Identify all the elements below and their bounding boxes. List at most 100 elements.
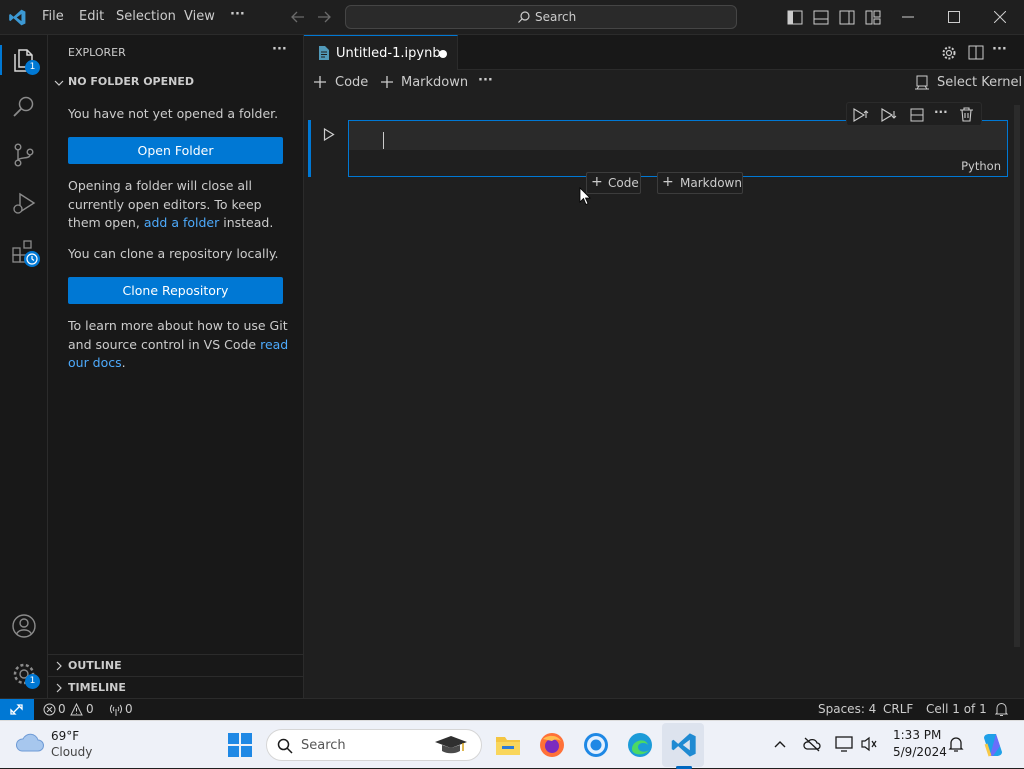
- taskbar-search-box[interactable]: Search: [266, 729, 482, 761]
- command-center-search[interactable]: Search: [345, 5, 737, 29]
- minimize-icon[interactable]: [902, 16, 914, 18]
- split-cell-icon[interactable]: [910, 108, 924, 122]
- display-icon[interactable]: [835, 736, 853, 752]
- chevron-down-icon: [54, 78, 64, 88]
- split-editor-icon[interactable]: [968, 45, 984, 60]
- info-text-end: instead.: [223, 215, 274, 230]
- eol-status[interactable]: CRLF: [883, 702, 913, 716]
- insert-code-cell-button[interactable]: + Code: [586, 172, 641, 194]
- run-debug-icon[interactable]: [10, 189, 38, 217]
- show-hidden-icons-chevron-up-icon[interactable]: [774, 740, 786, 748]
- insert-markdown-cell-button[interactable]: + Markdown: [657, 172, 743, 194]
- firefox-icon[interactable]: [538, 731, 566, 759]
- cell-more-actions[interactable]: ···: [934, 105, 948, 119]
- ports-count[interactable]: 0: [125, 702, 133, 716]
- chrome-icon[interactable]: [582, 731, 610, 759]
- windows-start-icon[interactable]: [228, 733, 252, 757]
- insert-code-label: Code: [608, 176, 639, 190]
- section-title: NO FOLDER OPENED: [68, 75, 194, 88]
- timeline-section-header[interactable]: TIMELINE: [48, 676, 303, 698]
- customize-layout-icon[interactable]: [865, 10, 881, 25]
- open-folder-button[interactable]: Open Folder: [68, 137, 283, 164]
- menu-view[interactable]: View: [184, 9, 215, 24]
- add-code-button[interactable]: Code: [335, 75, 368, 90]
- notifications-bell-icon[interactable]: [995, 702, 1008, 717]
- clock-badge-icon: [24, 251, 40, 267]
- select-kernel-button[interactable]: Select Kernel: [937, 75, 1022, 90]
- indentation-status[interactable]: Spaces: 4: [818, 702, 876, 716]
- code-cell[interactable]: Python: [348, 120, 1008, 177]
- chevron-right-icon: [54, 661, 64, 671]
- outline-section-header[interactable]: OUTLINE: [48, 654, 303, 676]
- editor-scrollbar[interactable]: [1014, 105, 1020, 647]
- add-markdown-button[interactable]: Markdown: [401, 75, 468, 90]
- menu-edit[interactable]: Edit: [79, 9, 104, 24]
- maximize-icon[interactable]: [948, 11, 960, 23]
- file-explorer-icon[interactable]: [494, 731, 522, 759]
- timeline-label: TIMELINE: [68, 681, 126, 694]
- sidebar-more-button[interactable]: ···: [272, 42, 287, 57]
- vscode-logo-icon: [8, 8, 27, 27]
- no-folder-section-header[interactable]: NO FOLDER OPENED: [48, 72, 303, 94]
- active-indicator: [0, 45, 2, 75]
- insert-markdown-label: Markdown: [680, 176, 742, 190]
- explorer-badge: 1: [25, 60, 40, 75]
- volume-muted-icon[interactable]: [860, 736, 878, 752]
- clock-date[interactable]: 5/9/2024: [893, 745, 947, 759]
- close-icon[interactable]: [994, 11, 1006, 23]
- search-icon: [517, 10, 531, 24]
- error-count[interactable]: 0: [58, 702, 66, 716]
- delete-cell-trash-icon[interactable]: [960, 107, 973, 122]
- kernel-icon: [915, 75, 929, 90]
- menu-file[interactable]: File: [42, 9, 64, 24]
- run-below-icon[interactable]: [881, 108, 897, 122]
- status-bar: 0 0 0 Spaces: 4 CRLF Cell 1 of 1: [0, 698, 1024, 721]
- source-control-icon[interactable]: [10, 141, 38, 169]
- remote-indicator[interactable]: [0, 699, 34, 721]
- remote-icon: [10, 703, 23, 716]
- windows-taskbar: 69°F Cloudy Search 1:33 PM 5/9/2024: [0, 720, 1024, 769]
- warning-icon: [70, 703, 83, 716]
- run-cell-icon[interactable]: [323, 128, 335, 141]
- chevron-right-icon: [54, 683, 64, 693]
- git-info-text: To learn more about how to use Git and s…: [68, 318, 288, 352]
- toggle-primary-sidebar-icon[interactable]: [787, 10, 803, 25]
- weather-condition: Cloudy: [51, 745, 93, 759]
- add-folder-link[interactable]: add a folder: [144, 215, 219, 230]
- add-code-plus-icon: [314, 76, 326, 88]
- warning-count[interactable]: 0: [86, 702, 94, 716]
- notebook-settings-gear-icon[interactable]: [941, 45, 957, 61]
- cell-language-label[interactable]: Python: [961, 159, 1001, 173]
- menu-more[interactable]: ···: [230, 7, 245, 22]
- edge-icon[interactable]: [626, 731, 654, 759]
- copilot-icon[interactable]: [980, 732, 1006, 758]
- notebook-toolbar-more[interactable]: ···: [478, 73, 493, 88]
- vscode-taskbar-icon[interactable]: [670, 731, 698, 759]
- sidebar-title: EXPLORER: [68, 46, 126, 59]
- mouse-pointer-icon: [579, 187, 591, 206]
- notification-bell-icon[interactable]: [948, 736, 964, 753]
- cell-position-status[interactable]: Cell 1 of 1: [926, 702, 987, 716]
- unsaved-dot-icon[interactable]: [439, 50, 447, 58]
- menu-selection[interactable]: Selection: [116, 9, 176, 24]
- cloud-offline-icon[interactable]: [803, 736, 821, 752]
- clone-repository-button[interactable]: Clone Repository: [68, 277, 283, 304]
- tab-bar: Untitled-1.ipynb ···: [304, 35, 1024, 70]
- no-folder-message: You have not yet opened a folder.: [68, 106, 279, 121]
- toggle-panel-icon[interactable]: [813, 10, 829, 25]
- toggle-secondary-sidebar-icon[interactable]: [839, 10, 855, 25]
- ports-icon: [109, 703, 123, 716]
- editor-more-actions[interactable]: ···: [992, 42, 1007, 57]
- accounts-icon[interactable]: [10, 612, 38, 640]
- activity-bar: 1 1: [0, 35, 48, 698]
- back-arrow-icon[interactable]: [290, 10, 306, 24]
- weather-temp: 69°F: [51, 729, 80, 743]
- graduation-cap-icon: [433, 733, 469, 757]
- run-above-icon[interactable]: [853, 108, 869, 122]
- tab-untitled-notebook[interactable]: Untitled-1.ipynb: [304, 35, 458, 70]
- clock-time[interactable]: 1:33 PM: [893, 728, 941, 742]
- forward-arrow-icon[interactable]: [316, 10, 332, 24]
- cloud-weather-icon[interactable]: [15, 731, 45, 753]
- search-icon[interactable]: [10, 93, 38, 121]
- open-folder-info: Opening a folder will close all currentl…: [68, 177, 290, 233]
